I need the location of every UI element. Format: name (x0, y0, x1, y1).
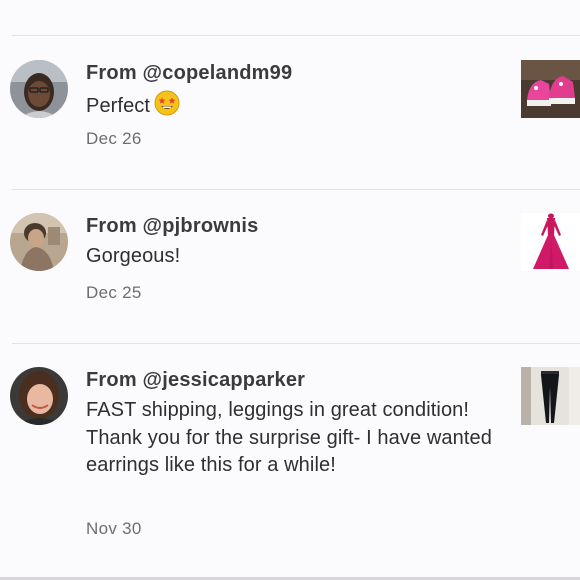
review-text-content: Perfect (86, 95, 151, 117)
review-author[interactable]: From @jessicapparker (86, 367, 305, 393)
review-item: From @copelandm99 Perfect Dec 26 (0, 60, 580, 170)
avatar-image (10, 213, 68, 271)
review-text: FAST shipping, leggings in great conditi… (86, 399, 492, 476)
item-thumbnail[interactable] (521, 213, 580, 271)
review-text: Gorgeous! (86, 245, 181, 267)
star-struck-emoji-icon (154, 90, 180, 125)
review-text: Perfect (86, 90, 506, 125)
divider (12, 189, 580, 190)
review-item: From @jessicapparker FAST shipping, legg… (0, 367, 580, 547)
pink-sneakers-image (521, 60, 580, 118)
magenta-dress-image (521, 213, 580, 271)
user-avatar[interactable] (10, 213, 68, 271)
user-avatar[interactable] (10, 367, 68, 425)
review-author[interactable]: From @copelandm99 (86, 60, 292, 86)
review-date: Dec 26 (86, 129, 142, 148)
avatar-image (10, 367, 68, 425)
divider-top (12, 35, 580, 36)
divider (12, 343, 580, 344)
review-author[interactable]: From @pjbrownis (86, 213, 259, 239)
avatar-image (10, 60, 68, 118)
review-date: Dec 25 (86, 283, 142, 302)
review-date: Nov 30 (86, 519, 142, 538)
user-avatar[interactable] (10, 60, 68, 118)
item-thumbnail[interactable] (521, 60, 580, 118)
black-leggings-image (521, 367, 580, 425)
review-item: From @pjbrownis Gorgeous! Dec 25 (0, 213, 580, 323)
item-thumbnail[interactable] (521, 367, 580, 425)
